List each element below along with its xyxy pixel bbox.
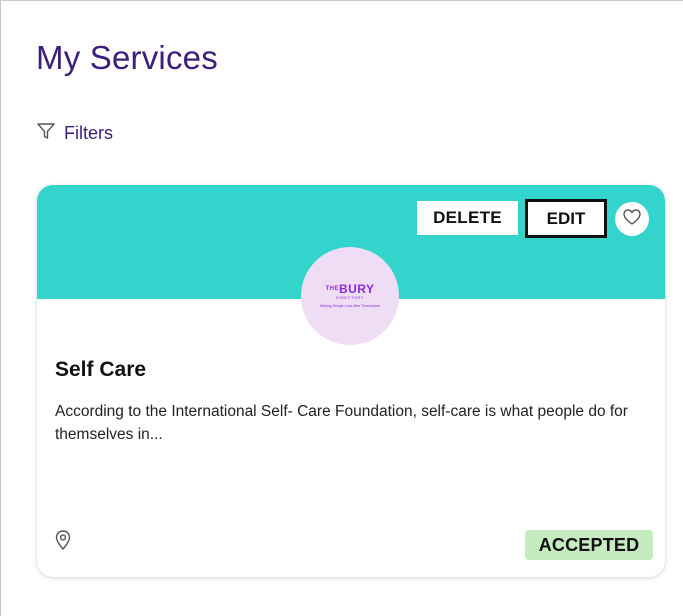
logo-prefix: THE — [325, 286, 339, 292]
filters-label: Filters — [64, 123, 113, 143]
status-badge: ACCEPTED — [525, 530, 653, 560]
service-logo: THEBURY DIRECTORY Helping People Look Af… — [301, 247, 399, 345]
logo-tagline: Helping People Look After Themselves — [319, 304, 381, 308]
service-description: According to the International Self- Car… — [55, 403, 628, 443]
logo-subtitle: DIRECTORY — [336, 295, 364, 300]
logo-name: BURY — [338, 282, 375, 296]
filters-button[interactable]: Filters — [36, 121, 113, 146]
service-title[interactable]: Self Care — [55, 358, 146, 382]
service-card[interactable]: DELETE EDIT THEBURY DIRECTORY Helping Pe… — [37, 185, 665, 577]
app-frame: My Services Filters DELETE EDIT THEBURY … — [0, 0, 683, 616]
page-title: My Services — [36, 39, 218, 76]
heart-outline-icon — [622, 207, 642, 232]
edit-button[interactable]: EDIT — [525, 199, 607, 238]
delete-button[interactable]: DELETE — [417, 201, 518, 235]
map-pin-icon — [53, 529, 73, 551]
favorite-button[interactable] — [615, 202, 649, 236]
filter-funnel-icon — [36, 121, 56, 146]
